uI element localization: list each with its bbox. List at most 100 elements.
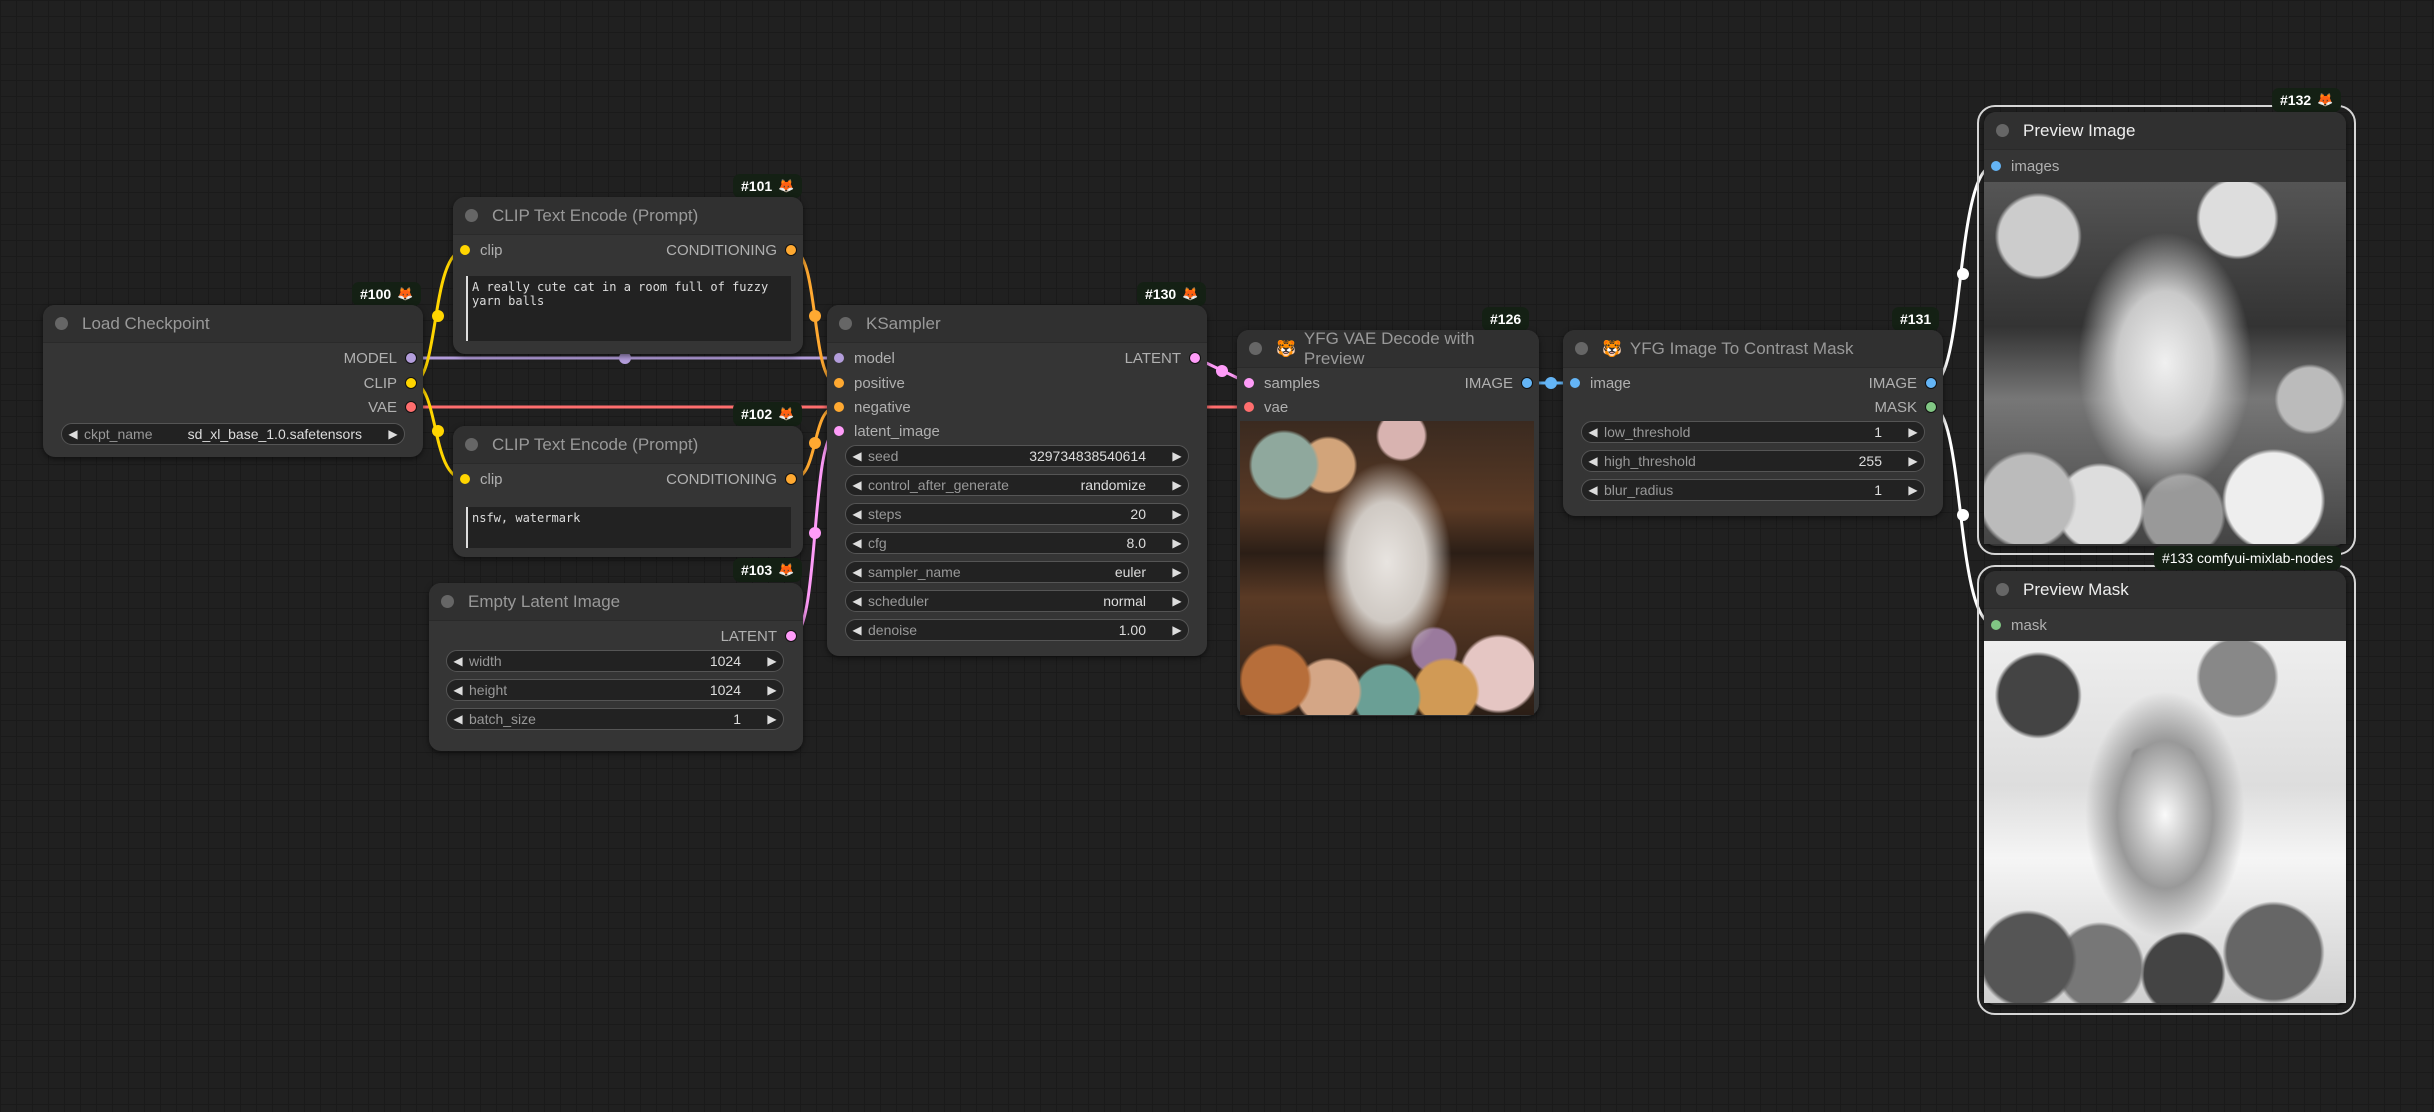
decrement-arrow-icon[interactable]: ◀ [1582,425,1604,439]
slot-connector-icon[interactable] [1189,352,1201,364]
slot-connector-icon[interactable] [405,352,417,364]
slot-connector-icon[interactable] [834,402,844,412]
widget-value[interactable]: randomize [1081,477,1146,493]
input-slot-vae[interactable]: vae [1244,397,1288,417]
input-slot-images[interactable]: images [1991,156,2059,176]
output-slot-image[interactable]: IMAGE [1869,373,1937,393]
decrement-arrow-icon[interactable]: ◀ [846,565,868,579]
slot-connector-icon[interactable] [834,378,844,388]
output-slot-latent[interactable]: LATENT [721,626,797,646]
slot-connector-icon[interactable] [405,377,417,389]
prompt-textarea[interactable]: nsfw, watermark [466,507,791,548]
slot-connector-icon[interactable] [785,244,797,256]
widget-sampler-name[interactable]: ◀ sampler_name euler ▶ [845,561,1189,583]
input-slot-latent-image[interactable]: latent_image [834,421,940,441]
collapse-toggle-icon[interactable] [1996,124,2009,137]
decrement-arrow-icon[interactable]: ◀ [846,478,868,492]
collapse-toggle-icon[interactable] [1249,342,1262,355]
output-slot-latent[interactable]: LATENT [1125,348,1201,368]
node-graph-canvas[interactable]: #100 🦊 Load Checkpoint MODEL CLIP VAE ◀ … [0,0,2434,1112]
input-slot-samples[interactable]: samples [1244,373,1320,393]
widget-value[interactable]: 1.00 [1119,622,1146,638]
collapse-toggle-icon[interactable] [1575,342,1588,355]
input-slot-clip[interactable]: clip [460,240,503,260]
input-slot-model[interactable]: model [834,348,895,368]
widget-seed[interactable]: ◀ seed 329734838540614 ▶ [845,445,1189,467]
collapse-toggle-icon[interactable] [465,209,478,222]
increment-arrow-icon[interactable]: ▶ [1902,425,1924,439]
increment-arrow-icon[interactable]: ▶ [1166,623,1188,637]
input-slot-mask[interactable]: mask [1991,615,2047,635]
widget-value[interactable]: 1 [1874,482,1882,498]
widget-value[interactable]: normal [1103,593,1146,609]
output-slot-image[interactable]: IMAGE [1465,373,1533,393]
slot-connector-icon[interactable] [1991,161,2001,171]
increment-arrow-icon[interactable]: ▶ [1166,594,1188,608]
decrement-arrow-icon[interactable]: ◀ [62,427,84,441]
node-title-bar[interactable]: Preview Mask [1984,571,2346,609]
node-clip-text-encode-negative[interactable]: CLIP Text Encode (Prompt) clip CONDITION… [453,426,803,557]
node-load-checkpoint[interactable]: Load Checkpoint MODEL CLIP VAE ◀ ckpt_na… [43,305,423,457]
slot-connector-icon[interactable] [834,353,844,363]
output-slot-mask[interactable]: MASK [1874,397,1937,417]
widget-steps[interactable]: ◀ steps 20 ▶ [845,503,1189,525]
node-clip-text-encode-positive[interactable]: CLIP Text Encode (Prompt) clip CONDITION… [453,197,803,354]
widget-value[interactable]: 329734838540614 [1029,448,1146,464]
node-title-bar[interactable]: 🐯 YFG Image To Contrast Mask [1563,330,1943,368]
node-ksampler[interactable]: KSampler model positive negative latent_… [827,305,1207,656]
slot-connector-icon[interactable] [1925,401,1937,413]
input-slot-positive[interactable]: positive [834,373,905,393]
node-title-bar[interactable]: Preview Image [1984,112,2346,150]
slot-connector-icon[interactable] [460,245,470,255]
node-preview-mask[interactable]: Preview Mask mask [1984,571,2346,1005]
slot-connector-icon[interactable] [1244,402,1254,412]
widget-height[interactable]: ◀ height 1024 ▶ [446,679,784,701]
output-slot-conditioning[interactable]: CONDITIONING [666,240,797,260]
node-title-bar[interactable]: CLIP Text Encode (Prompt) [453,197,803,235]
increment-arrow-icon[interactable]: ▶ [1166,478,1188,492]
node-yfg-vae-decode-with-preview[interactable]: 🐯 YFG VAE Decode with Preview samples va… [1237,329,1539,716]
decrement-arrow-icon[interactable]: ◀ [846,507,868,521]
output-slot-model[interactable]: MODEL [344,348,417,368]
increment-arrow-icon[interactable]: ▶ [761,683,783,697]
widget-value[interactable]: 1 [1874,424,1882,440]
widget-value[interactable]: 20 [1130,506,1146,522]
node-yfg-image-to-contrast-mask[interactable]: 🐯 YFG Image To Contrast Mask image IMAGE… [1563,330,1943,516]
widget-value[interactable]: sd_xl_base_1.0.safetensors [188,426,362,442]
decrement-arrow-icon[interactable]: ◀ [1582,454,1604,468]
widget-width[interactable]: ◀ width 1024 ▶ [446,650,784,672]
increment-arrow-icon[interactable]: ▶ [1902,483,1924,497]
collapse-toggle-icon[interactable] [441,595,454,608]
slot-connector-icon[interactable] [1570,378,1580,388]
node-preview-image[interactable]: Preview Image images [1984,112,2346,546]
input-slot-image[interactable]: image [1570,373,1631,393]
node-title-bar[interactable]: 🐯 YFG VAE Decode with Preview [1237,329,1539,368]
decrement-arrow-icon[interactable]: ◀ [846,449,868,463]
increment-arrow-icon[interactable]: ▶ [1166,449,1188,463]
decrement-arrow-icon[interactable]: ◀ [846,594,868,608]
output-slot-conditioning[interactable]: CONDITIONING [666,469,797,489]
widget-high-threshold[interactable]: ◀ high_threshold 255 ▶ [1581,450,1925,472]
widget-batch-size[interactable]: ◀ batch_size 1 ▶ [446,708,784,730]
widget-blur-radius[interactable]: ◀ blur_radius 1 ▶ [1581,479,1925,501]
node-empty-latent-image[interactable]: Empty Latent Image LATENT ◀ width 1024 ▶… [429,583,803,751]
node-title-bar[interactable]: Empty Latent Image [429,583,803,621]
slot-connector-icon[interactable] [1244,378,1254,388]
increment-arrow-icon[interactable]: ▶ [382,427,404,441]
input-slot-negative[interactable]: negative [834,397,911,417]
widget-cfg[interactable]: ◀ cfg 8.0 ▶ [845,532,1189,554]
decrement-arrow-icon[interactable]: ◀ [846,623,868,637]
slot-connector-icon[interactable] [405,401,417,413]
increment-arrow-icon[interactable]: ▶ [761,712,783,726]
decrement-arrow-icon[interactable]: ◀ [846,536,868,550]
node-title-bar[interactable]: KSampler [827,305,1207,343]
decrement-arrow-icon[interactable]: ◀ [447,654,469,668]
slot-connector-icon[interactable] [834,426,844,436]
widget-value[interactable]: 255 [1859,453,1882,469]
collapse-toggle-icon[interactable] [55,317,68,330]
increment-arrow-icon[interactable]: ▶ [761,654,783,668]
widget-value[interactable]: 1024 [710,682,741,698]
widget-value[interactable]: 1 [733,711,741,727]
increment-arrow-icon[interactable]: ▶ [1166,536,1188,550]
output-slot-vae[interactable]: VAE [368,397,417,417]
